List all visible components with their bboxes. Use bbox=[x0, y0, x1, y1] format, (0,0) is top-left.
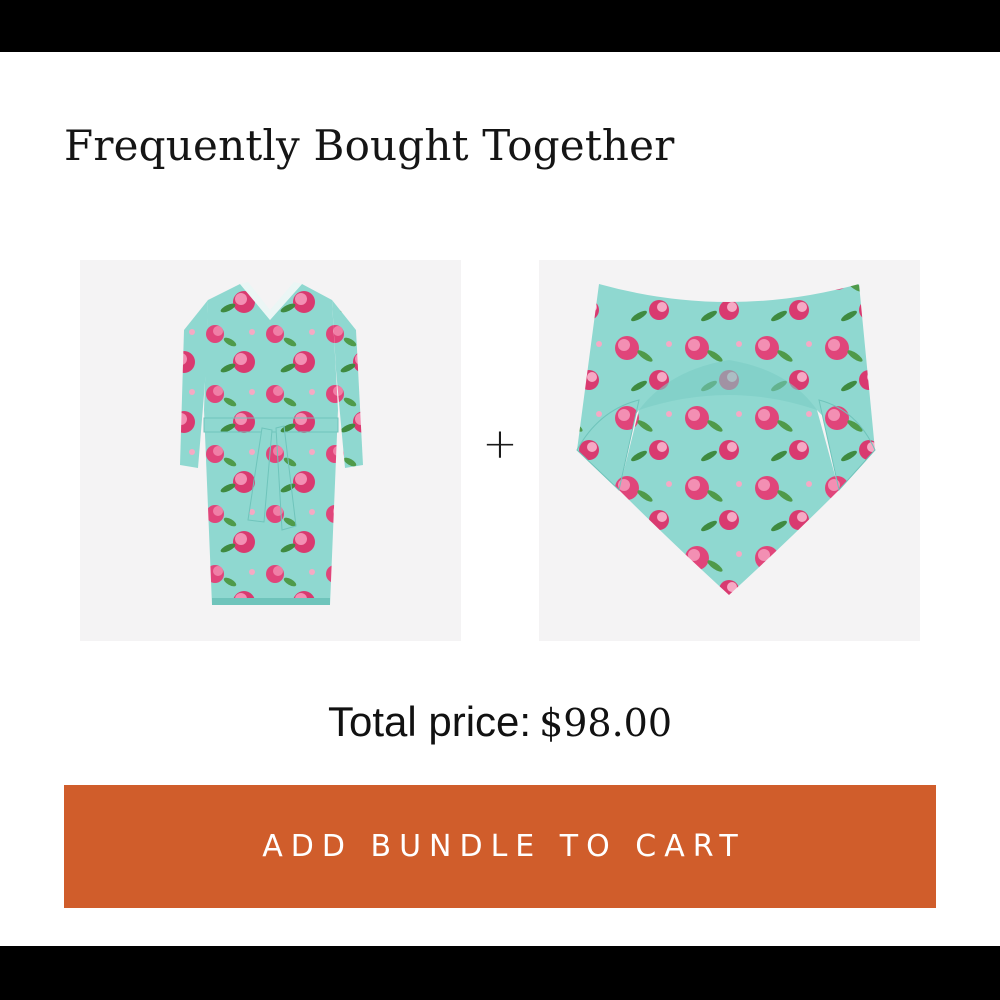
total-price-label: Total price: bbox=[327, 698, 532, 745]
total-price-value: $98.00 bbox=[539, 701, 673, 745]
bottom-black-bar bbox=[0, 946, 1000, 1000]
plus-sign: + bbox=[482, 419, 518, 468]
product-card-swaddle[interactable] bbox=[539, 260, 920, 641]
robe-image[interactable] bbox=[80, 260, 461, 641]
total-price: Total price: $98.00 bbox=[0, 690, 1000, 754]
add-bundle-to-cart-button[interactable]: ADD BUNDLE TO CART bbox=[64, 785, 936, 908]
product-card-robe[interactable] bbox=[80, 260, 461, 641]
section-title: Frequently Bought Together bbox=[64, 121, 675, 170]
swaddle-image[interactable] bbox=[539, 260, 920, 641]
top-black-bar bbox=[0, 0, 1000, 52]
